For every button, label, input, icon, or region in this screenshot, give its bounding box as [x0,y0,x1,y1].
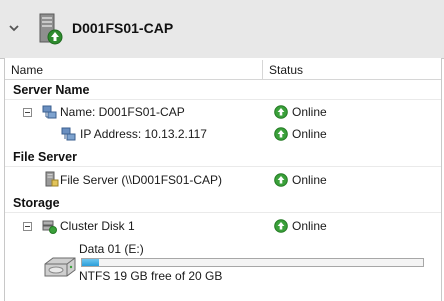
hard-drive-icon [44,257,76,277]
volume-usage-fill [82,259,100,266]
cluster-disk-icon [42,220,57,234]
network-name-label[interactable]: Name: D001FS01-CAP [60,105,185,119]
resource-header: D001FS01-CAP [0,0,444,59]
online-status-icon [274,105,288,119]
column-header-status[interactable]: Status [269,63,303,77]
column-header-name[interactable]: Name [11,63,43,77]
collapse-toggle[interactable] [23,222,32,231]
collapse-toggle[interactable] [23,108,32,117]
column-header-row: Name Status [5,60,441,80]
file-server-label[interactable]: File Server (\\D001FS01-CAP) [60,173,222,187]
column-separator[interactable] [262,60,263,79]
group-storage: Storage [13,196,60,210]
volume-name[interactable]: Data 01 (E:) [79,242,144,256]
divider [5,212,441,213]
file-server-status: Online [292,173,327,187]
ip-address-label[interactable]: IP Address: 10.13.2.117 [80,127,207,141]
ip-address-status: Online [292,127,327,141]
network-name-icon [42,105,57,119]
chevron-down-icon[interactable] [8,22,20,34]
online-status-icon [274,219,288,233]
network-name-status: Online [292,105,327,119]
ip-address-icon [61,127,76,141]
group-file-server: File Server [13,150,77,164]
header-title: D001FS01-CAP [72,20,174,36]
cluster-disk-label[interactable]: Cluster Disk 1 [60,219,135,233]
file-server-icon [45,171,59,187]
online-status-icon [274,173,288,187]
volume-usage-bar [81,258,424,267]
cluster-disk-status: Online [292,219,327,233]
server-icon [39,13,63,45]
online-status-icon [274,127,288,141]
summary-panel: Name Status Server Name Name: D001FS01-C… [4,58,442,301]
group-server-name: Server Name [13,83,90,97]
divider [5,166,441,167]
volume-info: NTFS 19 GB free of 20 GB [79,269,223,283]
divider [5,99,441,100]
